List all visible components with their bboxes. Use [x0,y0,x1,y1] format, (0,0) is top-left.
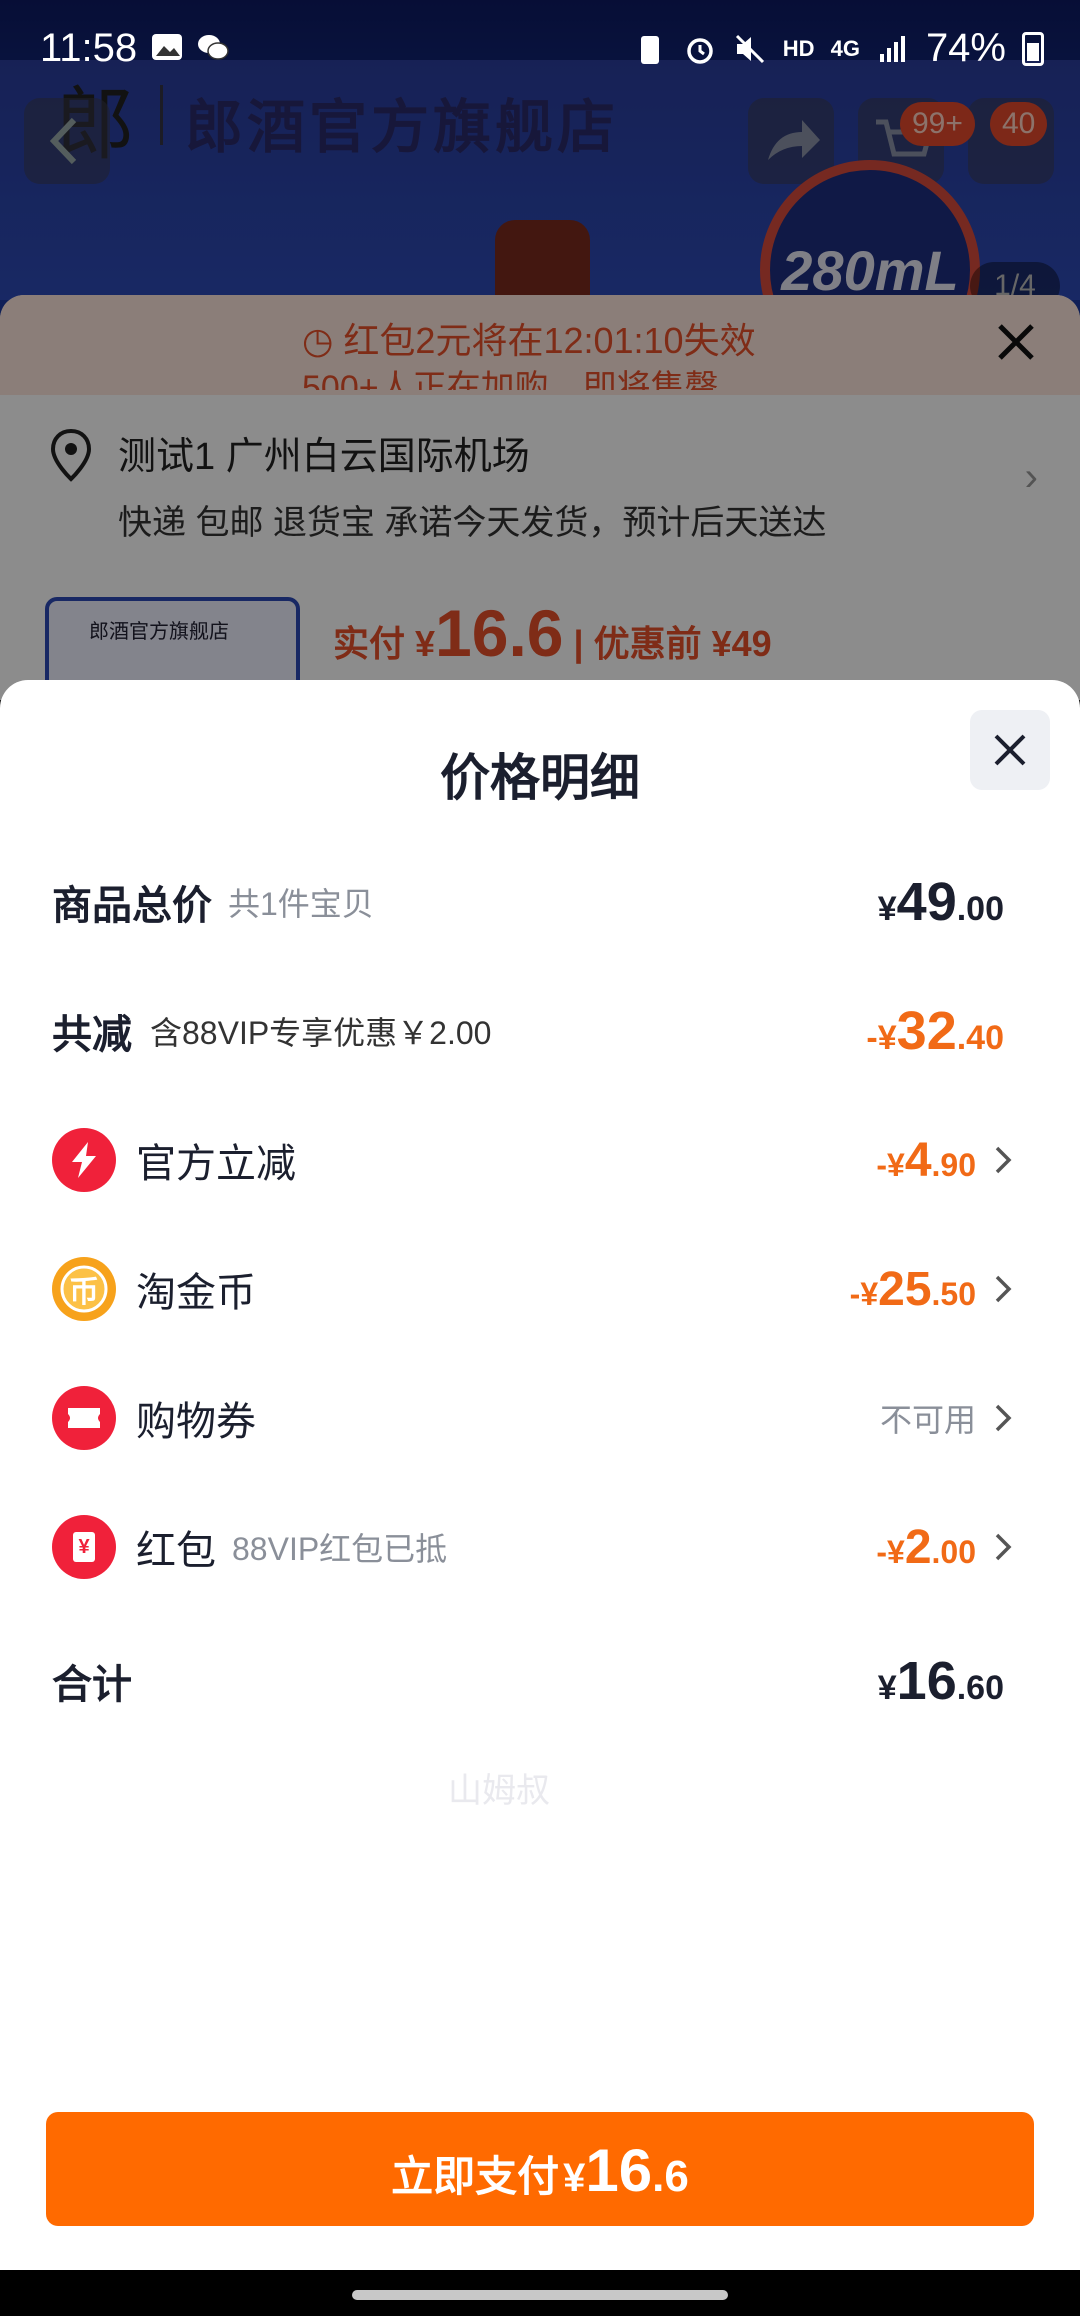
pay-now-button[interactable]: 立即支付 ¥16.6 [46,2112,1034,2226]
taojinbi-amount: -¥ 25.50 [849,1262,976,1316]
hd-indicator: HD [782,35,815,61]
row-label: 购物券 [136,1400,256,1444]
sum-amount: ¥16.60 [877,1651,1004,1711]
modal-overlay[interactable] [0,0,1080,700]
row-official-discount[interactable]: 官方立减 -¥ 4.90 [52,1120,1022,1200]
row-label: 合计 [52,1663,132,1707]
product-page-background: 郎 郎酒官方旗舰店 99+ 40 280mL 1/4 ◷ 红包2元将在12:01… [0,0,1080,700]
coupon-status: 不可用 [879,1402,976,1438]
chevron-right-icon [984,1398,1022,1438]
network-type: 4G [830,35,860,61]
row-shopping-coupon[interactable]: 购物券 不可用 [52,1378,1022,1458]
signal-icon [879,35,905,62]
official-discount-amount: -¥ 4.90 [876,1133,976,1187]
coupon-icon [52,1386,116,1450]
sheet-title: 价格明细 [440,750,640,806]
watermark: 山姆叔 [448,1772,550,1810]
red-packet-amount: -¥ 2.00 [876,1520,976,1574]
total-discount-amount: -¥ 32.40 [866,1001,1004,1061]
mute-icon [735,34,764,63]
red-packet-icon: ¥ [52,1515,116,1579]
row-label: 共减 [52,1013,132,1057]
total-price-amount: ¥49.00 [877,872,1004,932]
battery-icon [1022,31,1044,66]
row-total-price: 商品总价 共1件宝贝 ¥49.00 [52,862,1022,942]
price-detail-sheet: 价格明细 商品总价 共1件宝贝 ¥49.00 共减 含88VIP专享优惠￥2.0… [0,680,1080,2270]
coin-icon: 币 [52,1257,116,1321]
close-icon [994,734,1026,766]
row-label: 淘金币 [136,1271,256,1315]
row-label: 红包 [136,1529,216,1573]
row-taojinbi[interactable]: 币 淘金币 -¥ 25.50 [52,1249,1022,1329]
row-label: 官方立减 [136,1142,296,1186]
chevron-right-icon [984,1269,1022,1309]
battery-percent: 74% [925,26,1006,70]
chevron-right-icon [984,1527,1022,1567]
chevron-right-icon [984,1140,1022,1180]
row-sub: 88VIP红包已抵 [232,1531,448,1567]
row-total-discount: 共减 含88VIP专享优惠￥2.00 -¥ 32.40 [52,991,1022,1071]
battery-saver-icon [640,35,659,64]
sheet-close-button[interactable] [970,710,1050,790]
wechat-icon [198,35,229,60]
home-gesture-handle[interactable] [352,2290,728,2300]
gallery-icon [152,34,182,60]
alarm-icon [687,37,713,64]
row-sub: 共1件宝贝 [228,886,374,922]
row-sub: 含88VIP专享优惠￥2.00 [150,1015,492,1051]
status-bar: 11:58 HD 4G 74% [0,0,1080,96]
row-red-packet[interactable]: ¥ 红包 88VIP红包已抵 -¥ 2.00 [52,1507,1022,1587]
row-sum: 合计 ¥16.60 [52,1641,1022,1721]
status-time: 11:58 [40,26,138,70]
row-label: 商品总价 [52,884,212,928]
lightning-icon [52,1128,116,1192]
